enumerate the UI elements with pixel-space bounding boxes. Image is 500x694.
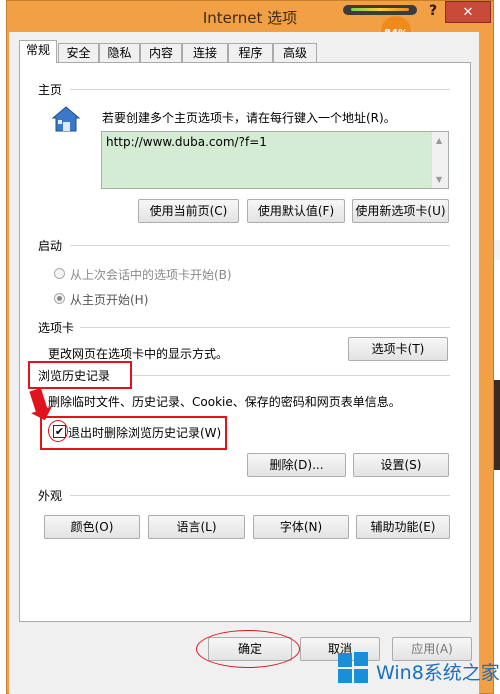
startup-last-session-radio[interactable] [54,268,65,279]
speed-meter-bar [343,5,417,15]
use-new-tab-button[interactable]: 使用新选项卡(U) [352,199,449,223]
tab-privacy[interactable]: 隐私 [99,43,140,62]
delete-history-button[interactable]: 删除(D)... [247,453,346,477]
use-default-button[interactable]: 使用默认值(F) [247,199,345,223]
tab-advanced[interactable]: 高级 [273,43,317,62]
annotation-box-checkbox [40,416,227,450]
watermark-text: Win8系统之家 [376,662,500,684]
startup-home-label: 从主页开始(H) [70,293,149,307]
url-scrollbar[interactable]: ▲ ▼ [431,132,448,188]
home-section-divider [70,89,450,90]
home-page-icon [50,103,82,135]
tab-connections[interactable]: 连接 [182,43,228,62]
tabs-section-label: 选项卡 [38,321,75,335]
use-current-button[interactable]: 使用当前页(C) [138,199,239,223]
tab-security[interactable]: 安全 [58,43,99,62]
annotation-arrow-icon [26,387,54,422]
home-instruction: 若要创建多个主页选项卡，请在每行键入一个地址(R)。 [102,111,396,125]
home-section-label: 主页 [38,83,63,97]
scroll-up-icon[interactable]: ▲ [436,136,442,145]
annotation-box-history [28,361,132,389]
startup-section-label: 启动 [38,239,63,253]
history-description: 删除临时文件、历史记录、Cookie、保存的密码和网页表单信息。 [48,395,401,409]
history-section-divider [130,375,450,376]
fonts-button[interactable]: 字体(N) [253,515,349,539]
annotation-circle-ok [196,630,300,668]
startup-section-divider [70,245,450,246]
home-url-textarea[interactable]: http://www.duba.com/?f=1 ▲ ▼ [101,131,449,189]
accessibility-button[interactable]: 辅助功能(E) [356,515,450,539]
startup-last-session-label: 从上次会话中的选项卡开始(B) [70,268,232,282]
scroll-down-icon[interactable]: ▼ [436,175,442,184]
tab-content[interactable]: 内容 [140,43,182,62]
languages-button[interactable]: 语言(L) [148,515,245,539]
colors-button[interactable]: 颜色(O) [44,515,140,539]
home-url-value: http://www.duba.com/?f=1 [106,135,267,149]
tab-programs[interactable]: 程序 [228,43,273,62]
tabs-section-divider [80,327,450,328]
windows-logo-icon [338,652,370,684]
watermark: Win8系统之家 [338,652,500,690]
general-tab-panel: 主页 若要创建多个主页选项卡，请在每行键入一个地址(R)。 http://www… [19,62,471,622]
tab-general[interactable]: 常规 [19,40,57,63]
window-title: Internet 选项 [202,9,298,27]
title-bar[interactable]: Internet 选项 84% ? ✕ [7,1,493,53]
startup-home-radio[interactable] [54,293,65,304]
tabs-description: 更改网页在选项卡中的显示方式。 [48,347,229,361]
appearance-section-divider [70,495,450,496]
appearance-section-label: 外观 [38,489,63,503]
annotation-circle-checkbox [48,420,68,442]
close-button[interactable]: ✕ [445,1,491,23]
tabs-settings-button[interactable]: 选项卡(T) [348,337,448,361]
history-settings-button[interactable]: 设置(S) [353,453,449,477]
help-button[interactable]: ? [425,3,441,23]
